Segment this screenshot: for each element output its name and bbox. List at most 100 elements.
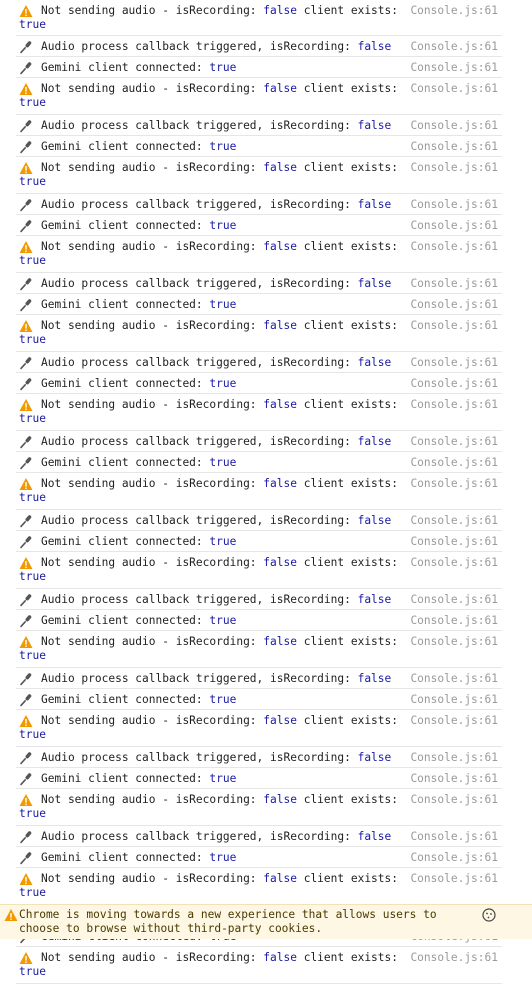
console-message-gemini: Gemini client connected: true Console.js:… — [16, 57, 502, 78]
source-link[interactable]: Console.js:61 — [410, 161, 498, 175]
source-link[interactable]: Console.js:61 — [410, 635, 498, 649]
source-link[interactable]: Console.js:61 — [410, 435, 498, 449]
message-value: true — [209, 140, 237, 153]
warning-icon — [19, 478, 33, 490]
message-mid: client exists: — [296, 240, 399, 253]
console-message-text: Gemini client connected: true — [41, 614, 236, 628]
source-link[interactable]: Console.js:61 — [410, 556, 498, 570]
source-link[interactable]: Console.js:61 — [410, 535, 498, 549]
message-value: false — [357, 356, 392, 369]
source-link[interactable]: Console.js:61 — [410, 830, 498, 844]
microphone-icon — [20, 615, 32, 628]
console-message-text: Audio process callback triggered, isReco… — [41, 514, 391, 528]
microphone-icon — [20, 773, 32, 786]
microphone-icon — [20, 141, 32, 154]
source-link[interactable]: Console.js:61 — [410, 693, 498, 707]
message-value-continued: true — [19, 333, 46, 346]
message-mid: client exists: — [296, 4, 399, 17]
console-message-text: Not sending audio - isRecording: false c… — [41, 714, 398, 728]
message-prefix: Audio process callback triggered, isReco… — [41, 593, 358, 606]
message-value: false — [357, 830, 392, 843]
source-link[interactable]: Console.js:61 — [410, 82, 498, 96]
source-link[interactable]: Console.js:61 — [410, 398, 498, 412]
source-link[interactable]: Console.js:61 — [410, 140, 498, 154]
message-value-continued: true — [19, 886, 46, 899]
microphone-icon — [20, 278, 32, 291]
source-link[interactable]: Console.js:61 — [410, 219, 498, 233]
source-link[interactable]: Console.js:61 — [410, 614, 498, 628]
console-message-text: Gemini client connected: true — [41, 61, 236, 75]
microphone-icon — [20, 515, 32, 528]
message-value-continued: true — [19, 728, 46, 741]
message-prefix: Gemini client connected: — [41, 693, 210, 706]
source-link[interactable]: Console.js:61 — [410, 198, 498, 212]
source-link[interactable]: Console.js:61 — [410, 456, 498, 470]
source-link[interactable]: Console.js:61 — [410, 4, 498, 18]
source-link[interactable]: Console.js:61 — [410, 951, 498, 965]
source-link[interactable]: Console.js:61 — [410, 751, 498, 765]
console-message-gemini: Gemini client connected: true Console.js:… — [16, 373, 502, 394]
message-value: true — [209, 456, 237, 469]
console-message-audio: Audio process callback triggered, isReco… — [16, 194, 502, 215]
message-value: false — [263, 793, 297, 806]
message-prefix: Audio process callback triggered, isReco… — [41, 751, 358, 764]
warning-icon — [19, 5, 33, 17]
source-link[interactable]: Console.js:61 — [410, 514, 498, 528]
message-prefix: Audio process callback triggered, isReco… — [41, 277, 358, 290]
source-link[interactable]: Console.js:61 — [410, 298, 498, 312]
message-value: true — [209, 851, 237, 864]
console-message-text: Gemini client connected: true — [41, 535, 236, 549]
console-message-text: Not sending audio - isRecording: false c… — [41, 82, 398, 96]
microphone-icon — [20, 436, 32, 449]
message-value: true — [209, 298, 237, 311]
message-mid: client exists: — [296, 793, 399, 806]
message-prefix: Not sending audio - isRecording: — [41, 240, 264, 253]
source-link[interactable]: Console.js:61 — [410, 714, 498, 728]
warning-icon — [19, 636, 33, 648]
message-value: false — [263, 240, 297, 253]
console-message-text: Gemini client connected: true — [41, 377, 236, 391]
message-prefix: Gemini client connected: — [41, 377, 210, 390]
message-prefix: Not sending audio - isRecording: — [41, 477, 264, 490]
source-link[interactable]: Console.js:61 — [410, 240, 498, 254]
microphone-icon — [20, 594, 32, 607]
cookie-icon[interactable] — [481, 907, 497, 923]
source-link[interactable]: Console.js:61 — [410, 872, 498, 886]
source-link[interactable]: Console.js:61 — [410, 356, 498, 370]
source-link[interactable]: Console.js:61 — [410, 477, 498, 491]
console-message-gemini: Gemini client connected: true Console.js:… — [16, 136, 502, 157]
console-message-audio: Audio process callback triggered, isReco… — [16, 747, 502, 768]
microphone-icon — [20, 62, 32, 75]
console-message-warn: Not sending audio - isRecording: false c… — [16, 710, 502, 747]
message-prefix: Gemini client connected: — [41, 298, 210, 311]
console-message-audio: Audio process callback triggered, isReco… — [16, 668, 502, 689]
console-message-warn: Not sending audio - isRecording: false c… — [16, 631, 502, 668]
message-value: false — [263, 714, 297, 727]
console-message-warn: Not sending audio - isRecording: false c… — [16, 394, 502, 431]
source-link[interactable]: Console.js:61 — [410, 772, 498, 786]
console-message-warn: Not sending audio - isRecording: false c… — [16, 947, 502, 984]
console-message-text: Audio process callback triggered, isReco… — [41, 356, 391, 370]
message-value-continued: true — [19, 18, 46, 31]
message-value: false — [357, 593, 392, 606]
console-message-text: Audio process callback triggered, isReco… — [41, 40, 391, 54]
console-message-text: Not sending audio - isRecording: false c… — [41, 793, 398, 807]
console-message-warn: Not sending audio - isRecording: false c… — [16, 236, 502, 273]
message-prefix: Not sending audio - isRecording: — [41, 635, 264, 648]
source-link[interactable]: Console.js:61 — [410, 593, 498, 607]
message-value: true — [209, 693, 237, 706]
source-link[interactable]: Console.js:61 — [410, 61, 498, 75]
source-link[interactable]: Console.js:61 — [410, 40, 498, 54]
microphone-icon — [20, 120, 32, 133]
source-link[interactable]: Console.js:61 — [410, 319, 498, 333]
message-value-continued: true — [19, 570, 46, 583]
console-message-text: Audio process callback triggered, isReco… — [41, 435, 391, 449]
source-link[interactable]: Console.js:61 — [410, 851, 498, 865]
warning-icon — [19, 162, 33, 174]
source-link[interactable]: Console.js:61 — [410, 793, 498, 807]
microphone-icon — [20, 752, 32, 765]
source-link[interactable]: Console.js:61 — [410, 377, 498, 391]
source-link[interactable]: Console.js:61 — [410, 119, 498, 133]
source-link[interactable]: Console.js:61 — [410, 277, 498, 291]
source-link[interactable]: Console.js:61 — [410, 672, 498, 686]
